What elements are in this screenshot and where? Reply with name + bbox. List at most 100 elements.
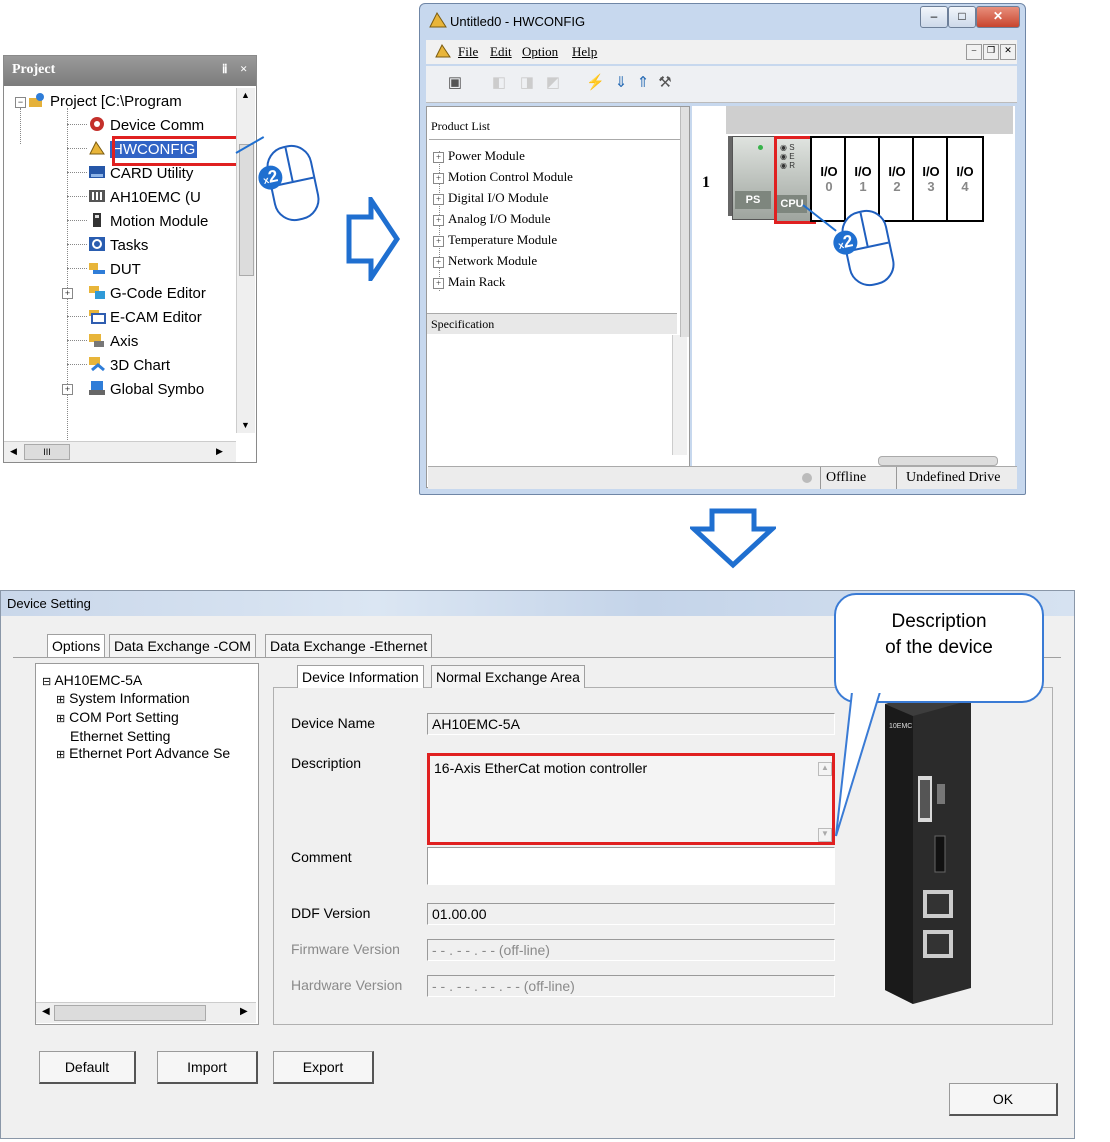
- double-click-mouse-icon: x2: [256, 141, 324, 225]
- scroll-right-icon[interactable]: ▶: [216, 446, 223, 457]
- comment-field[interactable]: [427, 847, 835, 885]
- description-field[interactable]: 16-Axis EtherCat motion controller ▲ ▼: [427, 753, 835, 845]
- scrollbar-thumb[interactable]: III: [24, 444, 70, 460]
- tree-item-project[interactable]: Project [C:\Program: [28, 92, 182, 116]
- import-button[interactable]: Import: [157, 1051, 258, 1084]
- scroll-down-icon[interactable]: ▼: [241, 420, 250, 430]
- product-list-item[interactable]: + Analog I/O Module: [433, 208, 573, 229]
- collapse-icon[interactable]: −: [15, 97, 26, 108]
- settings-tree: ⊟ AH10EMC-5A ⊞ System Information ⊞ COM …: [35, 663, 259, 1025]
- tree-item-label: Global Symbo: [110, 381, 205, 398]
- io-slot-3[interactable]: I/O 3: [912, 136, 950, 222]
- ps-label: PS: [735, 191, 771, 209]
- tab-data-exchange-com[interactable]: Data Exchange -COM: [109, 634, 256, 657]
- project-panel-title: Project: [12, 62, 56, 77]
- tab-normal-exchange-area[interactable]: Normal Exchange Area: [431, 665, 585, 688]
- product-list-item[interactable]: + Temperature Module: [433, 229, 573, 250]
- tree-item-plc[interactable]: AH10EMC (U: [88, 188, 201, 212]
- callout-pointer: [835, 690, 882, 837]
- spec-scrollbar[interactable]: [672, 335, 687, 455]
- download-icon[interactable]: ⇓: [612, 74, 630, 92]
- list-scrollbar[interactable]: [680, 107, 689, 337]
- tree-item-tasks[interactable]: Tasks: [88, 236, 148, 260]
- horizontal-scrollbar[interactable]: ◀ III ▶: [4, 441, 236, 462]
- firmware-version-field: - - . - - . - - (off-line): [427, 939, 835, 961]
- minimize-button[interactable]: –: [920, 6, 948, 28]
- product-list-item[interactable]: + Digital I/O Module: [433, 187, 573, 208]
- mdi-restore-button[interactable]: ❐: [983, 44, 999, 60]
- product-list-item[interactable]: + Motion Control Module: [433, 166, 573, 187]
- maximize-button[interactable]: □: [948, 6, 976, 28]
- tree-item-label: Project [C:\Program: [50, 93, 182, 110]
- tree-item-3d-chart[interactable]: 3D Chart: [88, 356, 170, 380]
- tree-item-dut[interactable]: DUT: [88, 260, 141, 284]
- horizontal-splitter[interactable]: [878, 456, 998, 466]
- flow-arrow-down-icon: [690, 508, 776, 569]
- tree-item-ethernet-setting[interactable]: Ethernet Setting: [56, 728, 230, 745]
- expand-icon[interactable]: +: [62, 288, 73, 299]
- close-button[interactable]: ✕: [976, 6, 1020, 28]
- io-slot-0[interactable]: I/O 0: [810, 136, 848, 222]
- export-button[interactable]: Export: [273, 1051, 374, 1084]
- upload-icon[interactable]: ⇑: [634, 74, 652, 92]
- tree-item-com-port-setting[interactable]: ⊞ COM Port Setting: [56, 709, 230, 728]
- tab-device-information[interactable]: Device Information: [297, 665, 424, 688]
- io-slot-2[interactable]: I/O 2: [878, 136, 916, 222]
- status-bar: Offline Undefined Drive: [428, 466, 1017, 489]
- tree-item-ecam-editor[interactable]: E-CAM Editor: [88, 308, 202, 332]
- vertical-scrollbar[interactable]: ▲ ▼: [236, 88, 255, 433]
- tree-item-global-symbol[interactable]: Global Symbo: [88, 380, 204, 404]
- save-icon[interactable]: ▣: [446, 74, 464, 92]
- ok-button[interactable]: OK: [949, 1083, 1058, 1116]
- device-setting-title: Device Setting: [7, 596, 91, 611]
- scroll-right-icon[interactable]: ▶: [240, 1006, 248, 1017]
- global-symbol-icon: [88, 380, 106, 396]
- tree-hscrollbar[interactable]: ◀ ▶: [36, 1002, 256, 1023]
- tree-item-axis[interactable]: Axis: [88, 332, 138, 356]
- rack-view: 1 PS ◉ S ◉ E ◉ R CPU I/O 0 I/O 1 I/O 2 I/O 3…: [692, 106, 1015, 466]
- product-list-item[interactable]: + Main Rack: [433, 271, 573, 292]
- menu-edit[interactable]: Edit: [490, 44, 512, 60]
- ecam-editor-icon: [88, 308, 106, 324]
- status-offline: Offline: [826, 470, 867, 485]
- expand-icon[interactable]: +: [62, 384, 73, 395]
- scrollbar-thumb[interactable]: [239, 144, 254, 276]
- tree-item-gcode-editor[interactable]: G-Code Editor: [88, 284, 206, 308]
- product-list-item[interactable]: + Power Module: [433, 145, 573, 166]
- power-led-icon: [758, 145, 763, 150]
- mdi-close-button[interactable]: ✕: [1000, 44, 1016, 60]
- close-icon[interactable]: ×: [240, 61, 247, 77]
- tree-item-label: Motion Module: [110, 213, 209, 230]
- device-name-field: AH10EMC-5A: [427, 713, 835, 735]
- tree-item-ethernet-port-advance[interactable]: ⊞ Ethernet Port Advance Se: [56, 745, 230, 764]
- scan-icon[interactable]: ⚡: [586, 74, 605, 92]
- tree-item-card-utility[interactable]: CARD Utility: [88, 164, 193, 188]
- product-list-item[interactable]: + Network Module: [433, 250, 573, 271]
- menu-option[interactable]: Option: [522, 44, 558, 60]
- tree-item-system-information[interactable]: ⊞ System Information: [56, 690, 230, 709]
- mdi-minimize-button[interactable]: –: [966, 44, 982, 60]
- scrollbar-thumb[interactable]: [54, 1005, 206, 1021]
- flow-arrow-right-icon: [346, 197, 401, 281]
- menu-help[interactable]: Help: [572, 44, 597, 60]
- comment-label: Comment: [291, 849, 352, 865]
- scroll-up-icon[interactable]: ▲: [241, 90, 250, 100]
- default-button[interactable]: Default: [39, 1051, 136, 1084]
- rack-tool-icon[interactable]: ⚒: [656, 74, 674, 92]
- hardware-version-label: Hardware Version: [291, 977, 403, 993]
- module-ps[interactable]: PS: [732, 136, 776, 220]
- tab-options[interactable]: Options: [47, 634, 106, 657]
- cpu-leds: ◉ S ◉ E ◉ R: [780, 143, 795, 170]
- callout-line-2: of the device: [885, 637, 993, 658]
- tree-item-label: Tasks: [110, 237, 149, 254]
- menu-file[interactable]: File: [458, 44, 478, 60]
- tab-data-exchange-ethernet[interactable]: Data Exchange -Ethernet: [265, 634, 433, 657]
- tree-root-item[interactable]: ⊟ AH10EMC-5A: [42, 672, 142, 688]
- tree-item-label: 3D Chart: [110, 357, 171, 374]
- tree-item-motion-module[interactable]: Motion Module: [88, 212, 208, 236]
- tree-guide-line: [67, 108, 68, 450]
- pin-icon[interactable]: ⅱ: [222, 62, 228, 77]
- io-slot-4[interactable]: I/O 4: [946, 136, 984, 222]
- scroll-left-icon[interactable]: ◀: [42, 1006, 50, 1017]
- scroll-left-icon[interactable]: ◀: [10, 446, 17, 457]
